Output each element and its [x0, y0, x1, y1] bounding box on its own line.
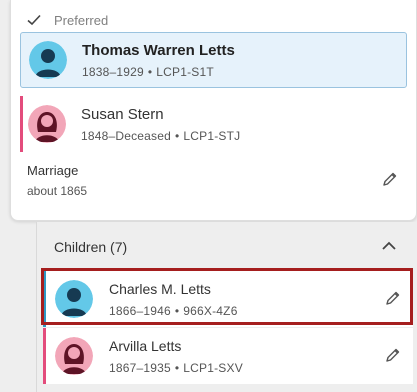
- person-id: LCP1-STJ: [183, 129, 241, 143]
- mother-card[interactable]: Susan Stern 1848–Deceased • LCP1-STJ: [20, 96, 407, 152]
- person-name[interactable]: Susan Stern: [81, 105, 240, 124]
- lifespan: 1848–Deceased: [81, 129, 172, 143]
- check-icon: [27, 14, 41, 26]
- lifespan: 1838–1929: [82, 65, 144, 79]
- marriage-title: Marriage: [27, 163, 79, 178]
- person-id: LCP1-SXV: [183, 361, 243, 375]
- child-card[interactable]: Charles M. Letts 1866–1946 • 966X-4Z6: [43, 271, 413, 327]
- person-name[interactable]: Thomas Warren Letts: [82, 41, 235, 60]
- lifespan: 1867–1935: [109, 361, 171, 375]
- male-avatar-icon: [55, 280, 93, 318]
- separator: •: [174, 361, 180, 375]
- children-section: Children (7) Charles M. Letts 1866–1946 •…: [36, 222, 417, 392]
- marriage-date: about 1865: [27, 184, 88, 198]
- child-card[interactable]: Arvilla Letts 1867–1935 • LCP1-SXV: [43, 328, 413, 384]
- pencil-icon[interactable]: [384, 347, 401, 364]
- separator: •: [175, 129, 180, 143]
- father-card[interactable]: Thomas Warren Letts 1838–1929 • LCP1-S1T: [20, 32, 407, 88]
- preferred-label: Preferred: [54, 12, 109, 28]
- separator: •: [147, 65, 153, 79]
- children-header[interactable]: Children (7): [54, 239, 127, 255]
- separator: •: [174, 304, 180, 318]
- lifespan: 1866–1946: [109, 304, 171, 318]
- marriage-event: Marriage about 1865: [27, 163, 87, 198]
- person-name[interactable]: Arvilla Letts: [109, 337, 243, 356]
- female-avatar-icon: [28, 105, 66, 143]
- male-avatar-icon: [29, 41, 67, 79]
- female-avatar-icon: [55, 337, 93, 375]
- preferred-row[interactable]: Preferred: [26, 9, 108, 31]
- pencil-icon[interactable]: [381, 171, 398, 188]
- person-id: LCP1-S1T: [156, 65, 214, 79]
- pencil-icon[interactable]: [384, 290, 401, 307]
- chevron-up-icon[interactable]: [381, 239, 397, 253]
- person-name[interactable]: Charles M. Letts: [109, 280, 238, 299]
- person-id: 966X-4Z6: [183, 304, 238, 318]
